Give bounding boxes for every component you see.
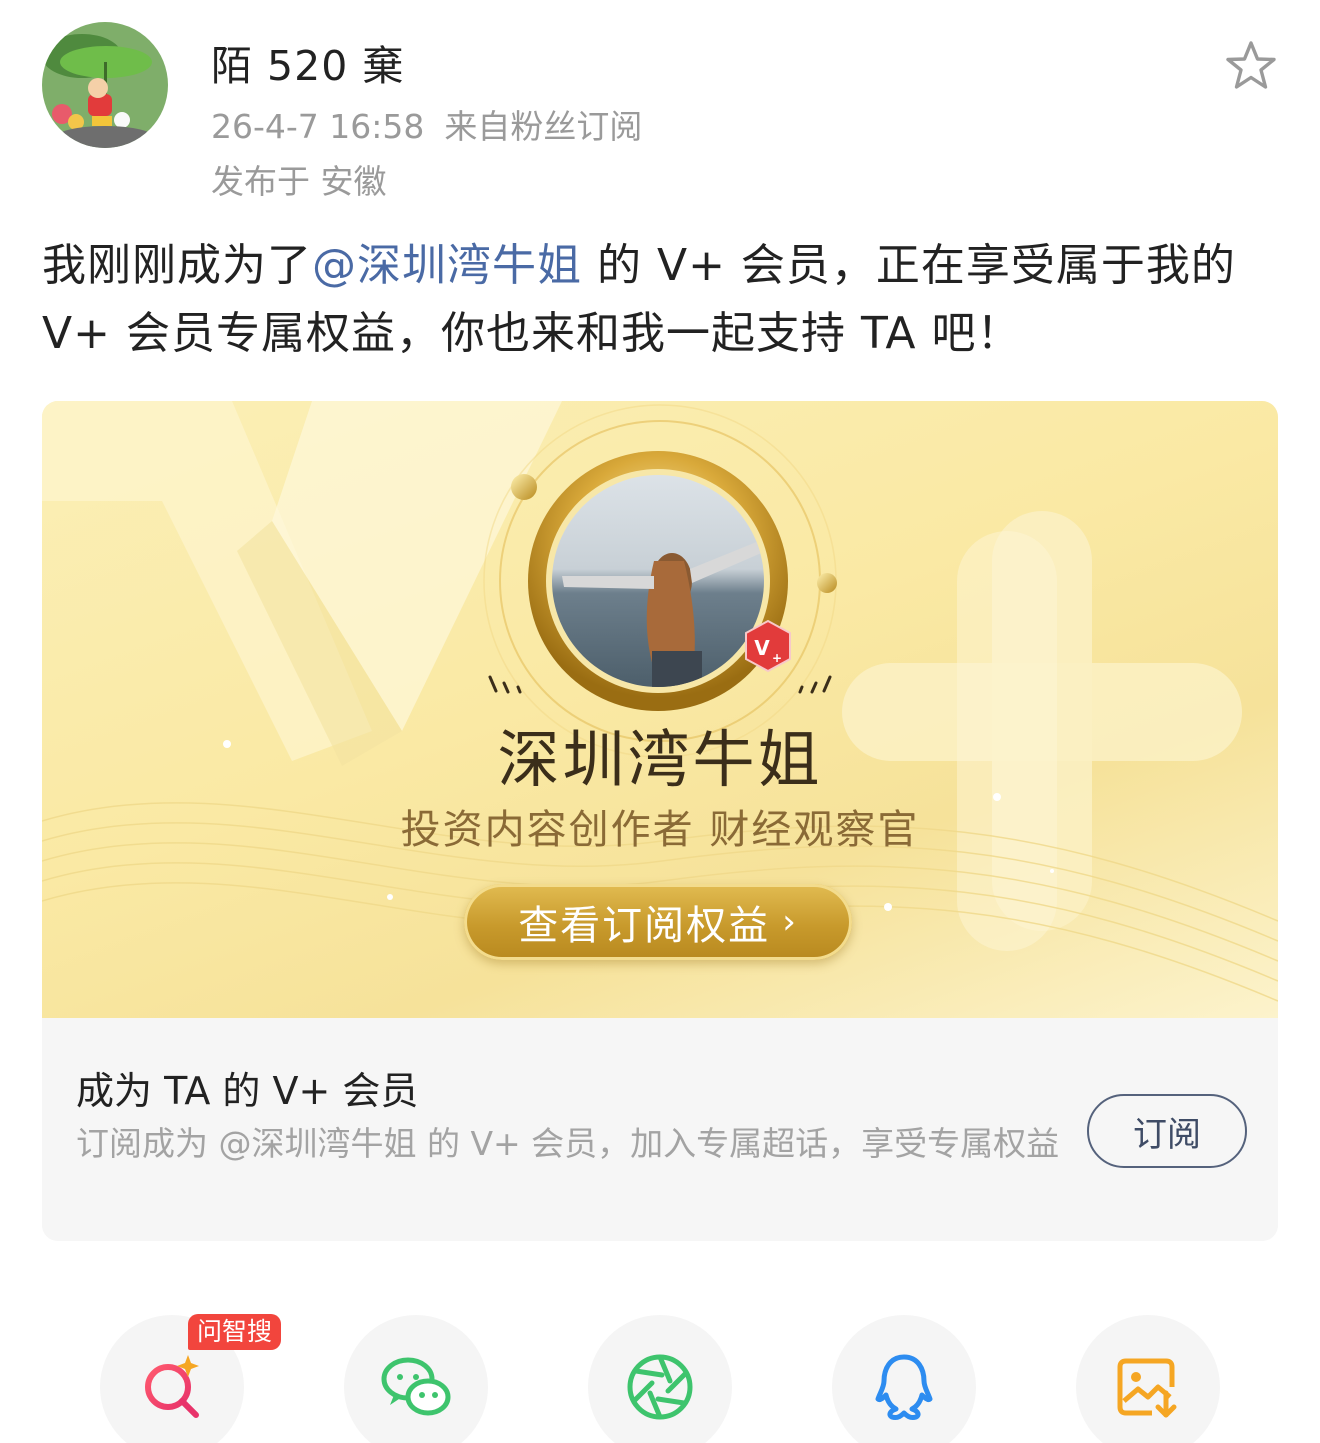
wechat-icon <box>381 1357 451 1416</box>
post-text-prefix: 我刚刚成为了 <box>42 240 312 291</box>
moments-icon <box>627 1354 693 1420</box>
post-location: 发布于 安徽 <box>211 162 387 201</box>
user-avatar[interactable] <box>42 22 168 148</box>
share-save-image[interactable] <box>1076 1315 1220 1443</box>
post-body: 我刚刚成为了@深圳湾牛姐 的 V+ 会员，正在享受属于我的 V+ 会员专属权益，… <box>42 232 1282 368</box>
subscribe-description: 订阅成为 @深圳湾牛姐 的 V+ 会员，加入专属超话，享受专属权益 <box>76 1124 1060 1163</box>
post-timestamp: 26-4-7 16:58 <box>211 107 425 146</box>
vip-membership-card[interactable]: V + 深圳湾牛姐 投资内容创作者 财经观察官 查看订阅权益 › 成为 TA 的 … <box>42 401 1278 1241</box>
subscribe-title: 成为 TA 的 V+ 会员 <box>76 1069 419 1113</box>
username[interactable]: 陌 520 棄 <box>211 32 404 92</box>
ai-search-badge: 问智搜 <box>188 1314 282 1350</box>
share-qq[interactable] <box>832 1315 976 1443</box>
mention-link[interactable]: @深圳湾牛姐 <box>312 240 582 291</box>
star-icon <box>1226 41 1276 89</box>
creator-title: 投资内容创作者 财经观察官 <box>400 807 920 853</box>
svg-text:V: V <box>754 636 770 660</box>
post-meta: 26-4-7 16:58 来自粉丝订阅 <box>211 100 642 148</box>
subscribe-button[interactable]: 订阅 <box>1087 1094 1247 1168</box>
view-benefits-label: 查看订阅权益 <box>518 903 771 949</box>
creator-name: 深圳湾牛姐 <box>497 723 823 796</box>
save-image-icon <box>1117 1358 1177 1418</box>
subscribe-section: 成为 TA 的 V+ 会员 订阅成为 @深圳湾牛姐 的 V+ 会员，加入专属超话… <box>42 1018 1278 1241</box>
chevron-right-icon: › <box>782 902 798 942</box>
view-benefits-button[interactable]: 查看订阅权益 › <box>464 884 852 960</box>
svg-text:+: + <box>772 651 782 665</box>
share-moments[interactable] <box>588 1315 732 1443</box>
post-source: 来自粉丝订阅 <box>444 107 643 146</box>
search-ai-icon <box>145 1355 199 1418</box>
favorite-button[interactable] <box>1222 38 1280 96</box>
vip-banner[interactable]: V + 深圳湾牛姐 投资内容创作者 财经观察官 查看订阅权益 › <box>42 401 1278 1018</box>
share-wechat[interactable] <box>344 1315 488 1443</box>
qq-icon <box>875 1354 933 1420</box>
